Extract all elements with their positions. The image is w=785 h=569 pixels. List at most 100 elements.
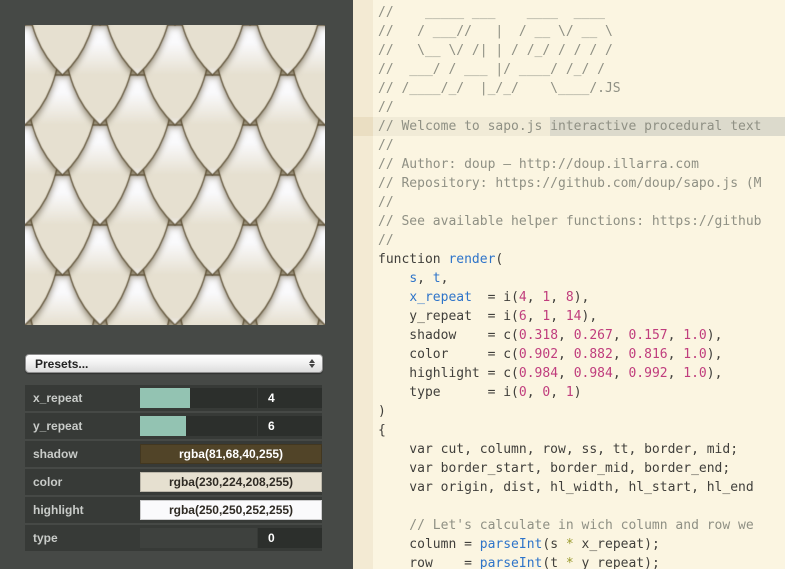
- code-line: type = i(0, 0, 1): [378, 383, 785, 402]
- code-token: 0.267: [573, 328, 613, 343]
- code-token: t: [432, 271, 441, 286]
- code-line: function render(: [378, 250, 785, 269]
- code-token: ),: [581, 309, 598, 324]
- code-line: //: [378, 136, 785, 155]
- code-token: // /____/_/ |_/_/ \____/.JS: [378, 81, 621, 96]
- code-line: var cut, column, row, ss, tt, border, mi…: [378, 440, 785, 459]
- code-token: ,: [612, 366, 629, 381]
- code-line: // Repository: https://github.com/doup/s…: [378, 174, 785, 193]
- shadow-color-button[interactable]: rgba(81,68,40,255): [140, 444, 322, 464]
- code-token: 0.984: [518, 366, 559, 381]
- code-token: //: [378, 195, 394, 210]
- code-token: ,: [612, 347, 629, 362]
- code-line: //: [378, 98, 785, 117]
- code-token: y_repeat);: [573, 556, 660, 569]
- code-token: 1.0: [683, 328, 707, 343]
- code-line: shadow = c(0.318, 0.267, 0.157, 1.0),: [378, 326, 785, 345]
- param-label: shadow: [33, 447, 78, 461]
- code-token: (t: [542, 556, 566, 569]
- code-token: // Repository: https://github.com/doup/s…: [378, 176, 762, 191]
- param-row-type: type 0: [25, 525, 322, 551]
- code-token: 1: [542, 290, 551, 305]
- code-token: 0.318: [518, 328, 559, 343]
- code-token: s: [409, 271, 418, 286]
- code-token: color = c(: [378, 347, 519, 362]
- color-color-button[interactable]: rgba(230,224,208,255): [140, 472, 322, 492]
- code-line: var origin, dist, hl_width, hl_start, hl…: [378, 478, 785, 497]
- code-token: var border_start, border_mid, border_end…: [378, 461, 731, 476]
- code-line: color = c(0.902, 0.882, 0.816, 1.0),: [378, 345, 785, 364]
- param-row-x_repeat: x_repeat 4: [25, 385, 322, 411]
- code-line: //: [378, 231, 785, 250]
- code-token: ,: [667, 347, 684, 362]
- code-token: y_repeat = i(: [378, 309, 519, 324]
- code-token: type = i(: [378, 385, 519, 400]
- code-token: ,: [550, 309, 566, 324]
- code-line: //: [378, 193, 785, 212]
- code-token: = i(: [471, 290, 519, 305]
- y_repeat-value[interactable]: 6: [258, 416, 322, 436]
- code-token: 1.0: [683, 347, 707, 362]
- presets-select[interactable]: Presets...: [25, 354, 323, 373]
- code-token: 0: [518, 385, 527, 400]
- select-stepper-icon: [309, 359, 315, 368]
- code-token: shadow = c(: [378, 328, 519, 343]
- x_repeat-value[interactable]: 4: [258, 388, 322, 408]
- code-token: //: [378, 233, 394, 248]
- param-row-highlight: highlight rgba(250,250,252,255): [25, 497, 322, 523]
- code-token: 1.0: [683, 366, 707, 381]
- code-token: row =: [378, 556, 480, 569]
- control-panel: Presets... x_repeat 4 y_repeat 6 shadow rgba(…: [0, 0, 353, 569]
- code-token: 0: [542, 385, 551, 400]
- code-line: // See available helper functions: https…: [378, 212, 785, 231]
- code-token: ,: [558, 328, 574, 343]
- code-token: ,: [526, 385, 543, 400]
- param-label: y_repeat: [33, 419, 83, 433]
- code-token: 6: [518, 309, 527, 324]
- code-token: //: [378, 100, 394, 115]
- code-line: // /____/_/ |_/_/ \____/.JS: [378, 79, 785, 98]
- code-token: 0.992: [628, 366, 668, 381]
- param-list: x_repeat 4 y_repeat 6 shadow rgba(81,68,40,25…: [25, 385, 322, 553]
- param-label: color: [33, 475, 63, 489]
- code-token: 0.816: [628, 347, 668, 362]
- param-row-color: color rgba(230,224,208,255): [25, 469, 322, 495]
- code-token: ),: [706, 347, 723, 362]
- code-line: column = parseInt (s * x_repeat);: [378, 535, 785, 554]
- highlight-color-button[interactable]: rgba(250,250,252,255): [140, 500, 322, 520]
- code-token: ,: [440, 271, 449, 286]
- type-value[interactable]: 0: [258, 528, 322, 548]
- y_repeat-slider[interactable]: [140, 416, 257, 436]
- code-line: s, t,: [378, 269, 785, 288]
- type-slider[interactable]: [140, 528, 257, 548]
- code-token: ): [573, 385, 582, 400]
- code-token: ): [378, 404, 386, 419]
- code-token: parseInt: [479, 537, 543, 552]
- code-line: // Author: doup — http://doup.illarra.co…: [378, 155, 785, 174]
- code-token: // _____ ___ ____ ____: [378, 5, 605, 20]
- code-editor[interactable]: // _____ ___ ____ ____ // / ___// | / __ …: [373, 0, 785, 569]
- presets-select-label: Presets...: [35, 356, 89, 371]
- code-token: ,: [417, 271, 433, 286]
- code-token: // See available helper functions: https…: [378, 214, 762, 229]
- code-line: highlight = c(0.984, 0.984, 0.992, 1.0),: [378, 364, 785, 383]
- code-token: x_repeat: [409, 290, 472, 305]
- active-line-gutter-marker: [353, 117, 373, 136]
- code-token: 8: [565, 290, 574, 305]
- code-token: // Author: doup — http://doup.illarra.co…: [378, 157, 699, 172]
- editor-gutter: [353, 0, 373, 569]
- code-line: var border_start, border_mid, border_end…: [378, 459, 785, 478]
- selected-text: interactive procedural text: [550, 117, 785, 136]
- code-token: ,: [526, 290, 543, 305]
- code-token: (s: [542, 537, 566, 552]
- code-line: // Let's calculate in wich column and ro…: [378, 516, 785, 535]
- texture-preview: [25, 25, 325, 325]
- code-line: {: [378, 421, 785, 440]
- code-line: ): [378, 402, 785, 421]
- x_repeat-slider[interactable]: [140, 388, 257, 408]
- code-token: ),: [706, 366, 723, 381]
- code-token: // ___/ / ___ |/ ____/ /_/ /: [378, 62, 605, 77]
- code-token: ,: [550, 385, 566, 400]
- code-token: render: [448, 252, 496, 267]
